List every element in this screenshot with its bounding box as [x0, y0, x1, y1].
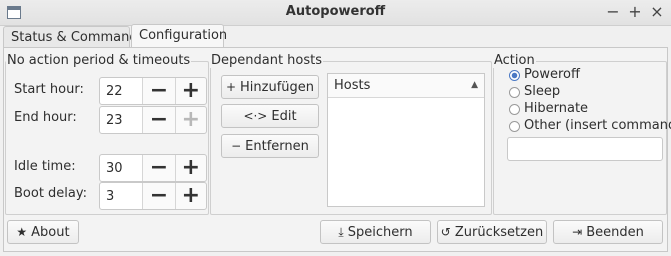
- maximize-button[interactable]: +: [626, 3, 644, 21]
- plus-icon: +: [225, 80, 237, 94]
- about-button[interactable]: ★ About: [7, 220, 79, 244]
- close-button[interactable]: ×: [648, 3, 666, 21]
- star-icon: ★: [16, 225, 28, 239]
- start-hour-decrement-button[interactable]: −: [143, 78, 174, 104]
- reset-icon: ↺: [440, 225, 451, 239]
- remove-host-button[interactable]: − Entfernen: [221, 134, 319, 158]
- boot-delay-spinner: 3 − +: [99, 182, 207, 210]
- sleep-radio[interactable]: [509, 87, 520, 98]
- edit-code-icon: <·>: [243, 109, 268, 123]
- boot-delay-value[interactable]: 3: [100, 183, 144, 209]
- edit-host-label: Edit: [271, 108, 297, 124]
- add-host-button[interactable]: + Hinzufügen: [221, 75, 319, 99]
- edit-host-button[interactable]: <·> Edit: [221, 104, 319, 128]
- timeouts-title: No action period & timeouts: [6, 53, 192, 68]
- sort-ascending-icon: ▲: [471, 80, 478, 90]
- boot-delay-decrement-button[interactable]: −: [143, 183, 174, 209]
- idle-time-decrement-button[interactable]: −: [143, 155, 174, 181]
- reset-button[interactable]: ↺ Zurücksetzen: [437, 220, 547, 244]
- end-hour-decrement-button[interactable]: −: [143, 107, 174, 133]
- exit-icon: ⇥: [572, 225, 583, 239]
- boot-delay-increment-button[interactable]: +: [174, 183, 206, 209]
- other-command-label[interactable]: Other (insert command): [524, 118, 671, 133]
- minus-icon: −: [231, 139, 242, 153]
- save-label: Speichern: [347, 224, 413, 240]
- about-label: About: [31, 224, 70, 240]
- poweroff-label[interactable]: Poweroff: [524, 67, 580, 82]
- hosts-list[interactable]: Hosts ▲: [327, 73, 485, 207]
- idle-time-label: Idle time:: [14, 159, 76, 174]
- tab-status-commands[interactable]: Status & Commands: [3, 26, 144, 48]
- hosts-column-label: Hosts: [334, 78, 371, 93]
- reset-label: Zurücksetzen: [454, 224, 544, 240]
- end-hour-spinner: 23 − +: [99, 106, 207, 134]
- end-hour-label: End hour:: [14, 110, 77, 125]
- sleep-label[interactable]: Sleep: [524, 84, 560, 99]
- hosts-title: Dependant hosts: [210, 53, 324, 68]
- end-hour-value[interactable]: 23: [100, 107, 144, 133]
- save-icon: ⤓: [338, 224, 344, 239]
- remove-host-label: Entfernen: [245, 138, 309, 154]
- minimize-button[interactable]: −: [604, 3, 622, 21]
- end-hour-increment-button[interactable]: +: [174, 107, 206, 133]
- hibernate-radio[interactable]: [509, 104, 520, 115]
- idle-time-spinner: 30 − +: [99, 154, 207, 182]
- start-hour-increment-button[interactable]: +: [174, 78, 206, 104]
- poweroff-radio[interactable]: [509, 70, 520, 81]
- hibernate-label[interactable]: Hibernate: [524, 101, 588, 116]
- start-hour-spinner: 22 − +: [99, 77, 207, 105]
- start-hour-value[interactable]: 22: [100, 78, 144, 104]
- other-command-radio[interactable]: [509, 121, 520, 132]
- custom-command-input[interactable]: [507, 137, 663, 161]
- quit-label: Beenden: [586, 224, 644, 240]
- window-title: Autopoweroff: [285, 4, 386, 19]
- idle-time-increment-button[interactable]: +: [174, 155, 206, 181]
- add-host-label: Hinzufügen: [240, 79, 315, 95]
- start-hour-label: Start hour:: [14, 82, 84, 97]
- save-button[interactable]: ⤓ Speichern: [320, 220, 431, 244]
- idle-time-value[interactable]: 30: [100, 155, 144, 181]
- hosts-column-header[interactable]: Hosts ▲: [328, 74, 484, 98]
- quit-button[interactable]: ⇥ Beenden: [553, 220, 663, 244]
- action-title: Action: [493, 53, 536, 68]
- tab-configuration[interactable]: Configuration: [131, 24, 227, 48]
- boot-delay-label: Boot delay:: [14, 186, 88, 201]
